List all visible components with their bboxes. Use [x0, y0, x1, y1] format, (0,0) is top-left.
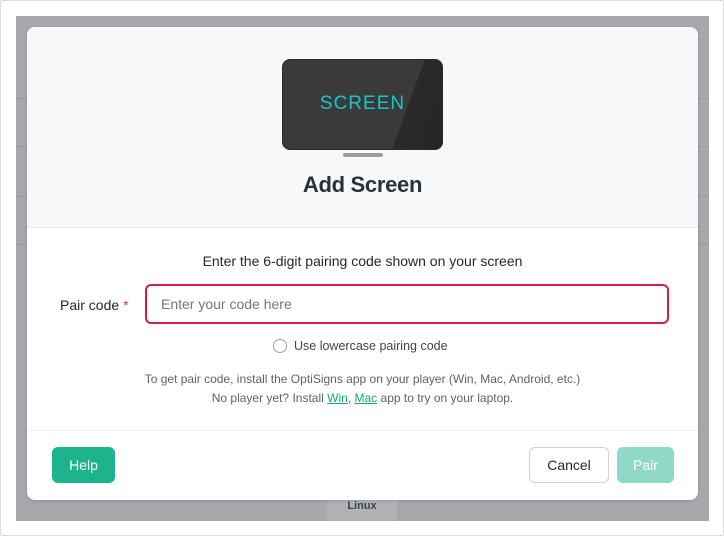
win-download-link[interactable]: Win: [327, 391, 348, 405]
lowercase-checkbox[interactable]: [273, 339, 287, 353]
add-screen-modal: SCREEN Add Screen Enter the 6-digit pair…: [27, 27, 698, 500]
background-divider: [697, 146, 709, 147]
pair-code-input[interactable]: [145, 284, 669, 324]
screen-illustration: SCREEN: [282, 59, 443, 150]
pair-button[interactable]: Pair: [617, 447, 674, 483]
screen-illustration-label: SCREEN: [319, 93, 406, 114]
help-text-line2: No player yet? Install Win, Mac app to t…: [27, 389, 698, 408]
background-divider: [697, 196, 709, 197]
help-text-suffix: app to try on your laptop.: [380, 391, 514, 405]
background-platform-label: Linux: [347, 500, 377, 512]
pairing-instruction: Enter the 6-digit pairing code shown on …: [202, 253, 523, 269]
pair-code-label-text: Pair code: [60, 297, 120, 313]
screen-stand: [343, 153, 383, 157]
lowercase-option[interactable]: Use lowercase pairing code: [273, 338, 448, 354]
background-divider: [697, 244, 709, 245]
help-text-prefix: No player yet? Install: [211, 391, 324, 405]
pair-code-label: Pair code *: [60, 297, 129, 313]
help-button[interactable]: Help: [52, 447, 115, 483]
footer-divider: [27, 430, 698, 431]
modal-header: SCREEN Add Screen: [27, 27, 698, 228]
modal-title: Add Screen: [302, 172, 423, 197]
required-indicator: *: [123, 297, 129, 313]
lowercase-option-label[interactable]: Use lowercase pairing code: [294, 339, 448, 353]
window-frame: Linux SCREEN Add Screen Enter the 6-digi…: [0, 0, 724, 536]
cancel-button[interactable]: Cancel: [529, 447, 609, 483]
link-separator: ,: [347, 391, 352, 405]
pairing-help-text: To get pair code, install the OptiSigns …: [27, 370, 698, 408]
mac-download-link[interactable]: Mac: [355, 391, 378, 405]
background-divider: [697, 98, 709, 99]
help-text-line1: To get pair code, install the OptiSigns …: [144, 372, 581, 386]
